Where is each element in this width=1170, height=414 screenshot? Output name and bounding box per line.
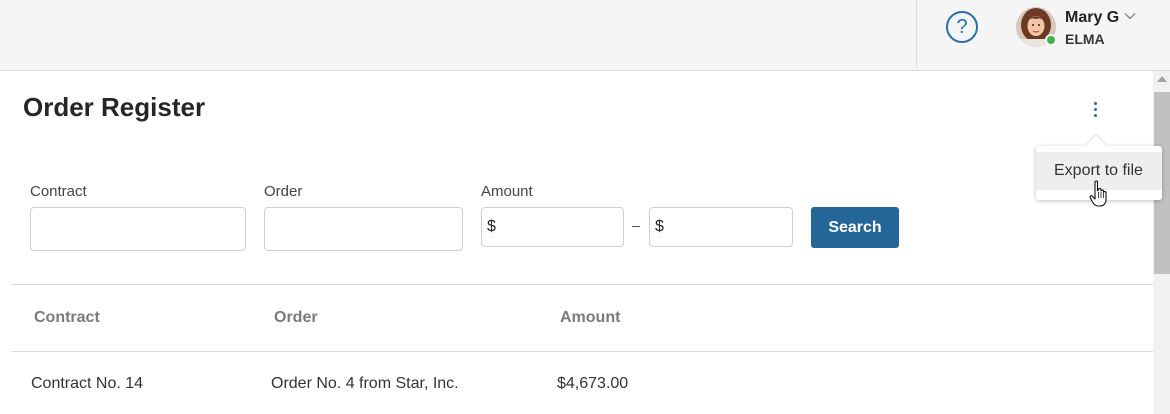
column-header-order[interactable]: Order [274, 309, 318, 327]
user-avatar[interactable] [1016, 7, 1057, 47]
amount-filter-label: Amount [481, 183, 533, 200]
column-header-contract[interactable]: Contract [34, 309, 100, 327]
question-circle-icon: ? [956, 16, 968, 38]
user-organization: ELMA [1065, 31, 1105, 47]
page-title: Order Register [23, 92, 206, 122]
row-order-cell[interactable]: Order No. 4 from Star, Inc. [271, 375, 459, 393]
top-bar-divider [916, 0, 917, 68]
table-header-divider [11, 351, 1153, 352]
row-amount-cell[interactable]: $4,673.00 [557, 375, 628, 393]
column-header-amount[interactable]: Amount [560, 309, 620, 327]
hand-cursor-icon [1089, 180, 1107, 207]
order-filter-label: Order [264, 183, 303, 200]
row-contract-cell[interactable]: Contract No. 14 [31, 375, 143, 393]
amount-from-currency-prefix: $ [487, 218, 496, 235]
amount-to-input[interactable] [649, 207, 793, 247]
table-top-divider [11, 284, 1153, 285]
contract-filter-label: Contract [30, 183, 87, 200]
online-status-icon [1045, 34, 1057, 46]
contract-filter-input[interactable] [30, 207, 246, 251]
help-button[interactable]: ? [946, 11, 978, 43]
search-button[interactable]: Search [811, 207, 899, 248]
user-name[interactable]: Mary G [1065, 9, 1119, 27]
top-bar [0, 0, 1170, 71]
vertical-dots-icon[interactable] [1086, 98, 1106, 120]
amount-range-separator: – [632, 217, 640, 233]
amount-from-input[interactable] [481, 207, 624, 247]
chevron-down-icon[interactable] [1124, 10, 1136, 22]
amount-to-currency-prefix: $ [655, 218, 664, 235]
order-filter-input[interactable] [264, 207, 463, 251]
scroll-up-arrow-icon[interactable] [1157, 76, 1167, 82]
